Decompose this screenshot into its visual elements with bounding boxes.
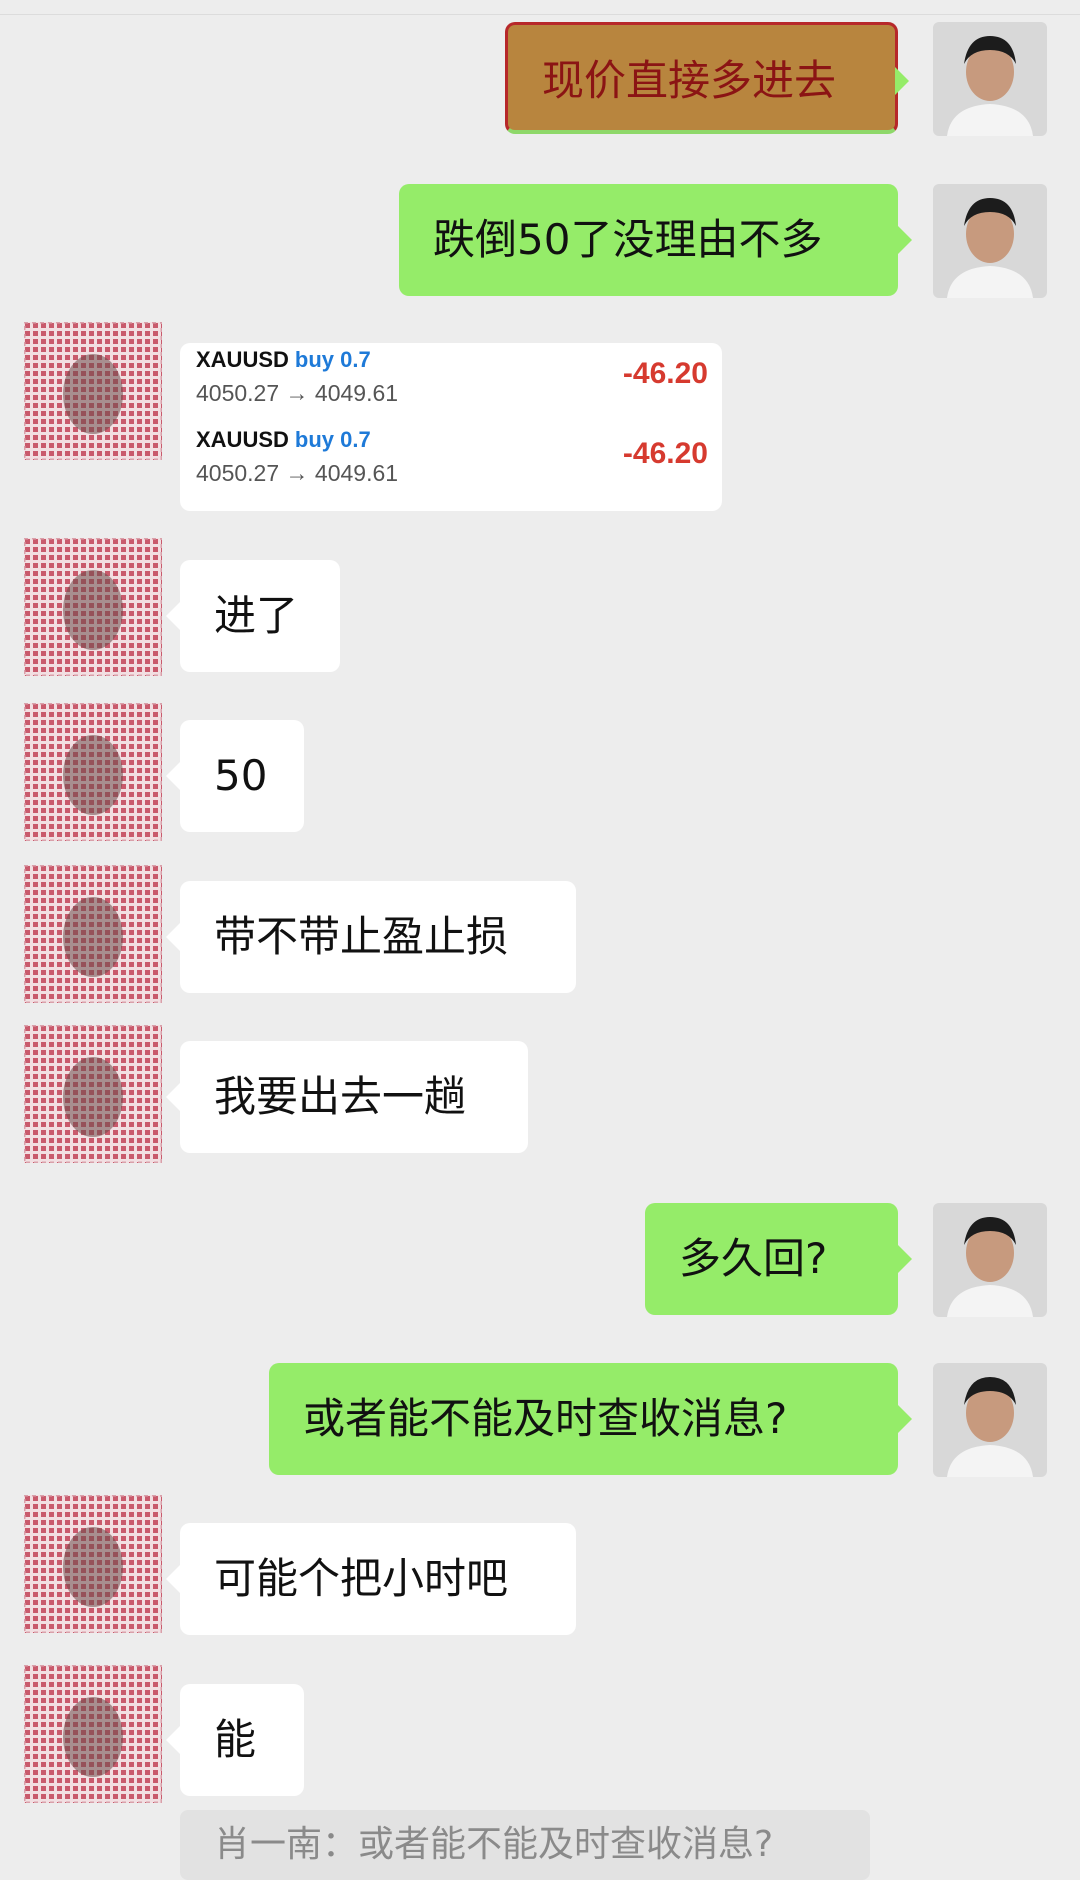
- contact-avatar-icon[interactable]: [24, 865, 162, 1003]
- contact-avatar-icon[interactable]: [24, 1025, 162, 1163]
- top-divider: [0, 0, 1080, 15]
- contact-message-bubble[interactable]: 带不带止盈止损: [166, 881, 576, 993]
- trade-row: XAUUSD buy 0.7 4050.27 → 4049.61 -46.20: [188, 423, 714, 503]
- contact-avatar-icon[interactable]: [24, 322, 162, 460]
- contact-avatar-icon[interactable]: [24, 538, 162, 676]
- my-message-bubble[interactable]: 或者能不能及时查收消息?: [269, 1363, 912, 1475]
- contact-message-bubble[interactable]: 我要出去一趟: [166, 1041, 528, 1153]
- chat-view: 现价直接多进去 跌倒50了没理由不多 XAUUSD buy 0.7 4050.2…: [0, 0, 1080, 1880]
- contact-message-bubble[interactable]: 50: [166, 720, 304, 832]
- trade-row: XAUUSD buy 0.7 4050.27 → 4049.61 -46.20: [188, 343, 714, 423]
- contact-message-bubble[interactable]: 能: [166, 1684, 304, 1796]
- contact-avatar-icon[interactable]: [24, 703, 162, 841]
- trade-direction: buy 0.7: [294, 347, 371, 372]
- my-message-bubble[interactable]: 跌倒50了没理由不多: [399, 184, 912, 296]
- my-avatar-icon[interactable]: [933, 1203, 1047, 1317]
- my-avatar-icon[interactable]: [933, 1363, 1047, 1477]
- contact-avatar-icon[interactable]: [24, 1665, 162, 1803]
- contact-message-bubble[interactable]: 可能个把小时吧: [166, 1523, 576, 1635]
- my-avatar-icon[interactable]: [933, 22, 1047, 136]
- trade-prices: 4050.27 → 4049.61: [196, 460, 399, 486]
- my-message-bubble[interactable]: 多久回?: [645, 1203, 912, 1315]
- contact-avatar-icon[interactable]: [24, 1495, 162, 1633]
- my-message-bubble[interactable]: 现价直接多进去: [505, 22, 909, 134]
- trade-pnl: -46.20: [622, 437, 708, 470]
- quoted-reply[interactable]: 肖一南：或者能不能及时查收消息?: [180, 1810, 870, 1880]
- contact-message-bubble[interactable]: 进了: [166, 560, 340, 672]
- trade-pnl: -46.20: [622, 357, 708, 390]
- trade-prices: 4050.27 → 4049.61: [196, 380, 399, 406]
- trade-symbol: XAUUSD buy 0.7: [196, 427, 371, 452]
- my-avatar-icon[interactable]: [933, 184, 1047, 298]
- trade-symbol: XAUUSD buy 0.7: [196, 347, 371, 372]
- trade-direction: buy 0.7: [294, 427, 371, 452]
- trade-card[interactable]: XAUUSD buy 0.7 4050.27 → 4049.61 -46.20 X…: [180, 343, 722, 511]
